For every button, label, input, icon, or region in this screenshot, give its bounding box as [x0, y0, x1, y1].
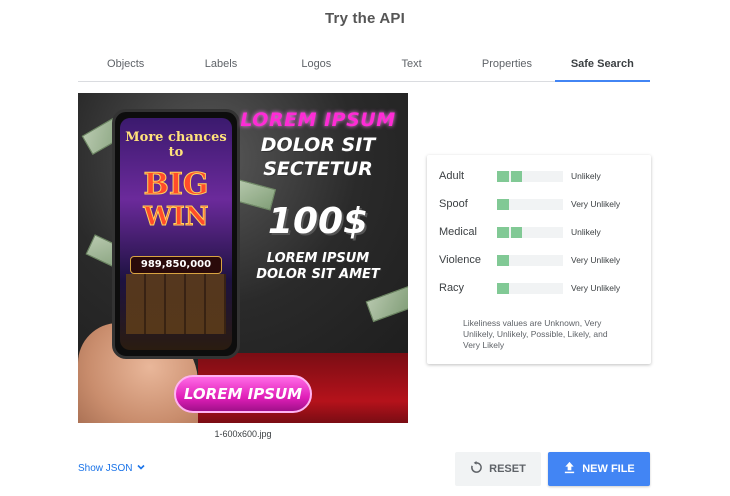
- promo-line-2: DOLOR SIT: [260, 134, 376, 156]
- bar-segment: [524, 227, 536, 238]
- bar-segment: [551, 227, 563, 238]
- promo-price: 100$: [267, 201, 369, 242]
- slot-reels: [126, 274, 226, 334]
- phone-line-2: to: [168, 145, 184, 160]
- bar-segment: [497, 226, 509, 238]
- promo-subheadline: DOLOR SIT SECTETUR: [228, 133, 408, 181]
- bar-segment: [538, 255, 550, 266]
- phone-headline: More chances to: [120, 130, 232, 160]
- new-file-label: NEW FILE: [582, 463, 635, 475]
- bar-segment: [524, 255, 536, 266]
- bar-segment: [538, 171, 550, 182]
- bar-segment: [551, 171, 563, 182]
- result-row-violence: Violence Very Unlikely: [439, 253, 639, 267]
- bar-segment: [551, 255, 563, 266]
- bar-segment: [497, 282, 509, 294]
- upload-icon: [563, 461, 576, 477]
- bar-segment: [538, 227, 550, 238]
- tab-text[interactable]: Text: [364, 50, 459, 81]
- result-value: Very Unlikely: [571, 283, 621, 293]
- uploaded-image: More chances to BIG WIN 989,850,000 LORE…: [78, 93, 408, 423]
- promo-line-5: DOLOR SIT AMET: [256, 267, 380, 282]
- likelihood-bar: [497, 226, 563, 238]
- result-label: Adult: [439, 170, 465, 182]
- tab-logos[interactable]: Logos: [269, 50, 364, 81]
- reset-button[interactable]: RESET: [455, 452, 541, 486]
- bar-segment: [497, 198, 509, 210]
- bar-segment: [511, 199, 523, 210]
- result-label: Medical: [439, 226, 477, 238]
- bar-segment: [538, 199, 550, 210]
- tab-safe-search[interactable]: Safe Search: [554, 50, 651, 82]
- safe-search-results: Adult Unlikely Spoof Very Unlikely Medic…: [427, 155, 651, 364]
- promo-tagline: LOREM IPSUM DOLOR SIT AMET: [228, 251, 408, 283]
- image-filename: 1-600x600.jpg: [214, 429, 272, 439]
- show-json-label: Show JSON: [78, 463, 133, 474]
- result-row-medical: Medical Unlikely: [439, 225, 639, 239]
- result-value: Very Unlikely: [571, 255, 621, 265]
- promo-line-3: SECTETUR: [263, 158, 373, 180]
- phone-screen: More chances to BIG WIN 989,850,000: [120, 118, 232, 350]
- result-label: Violence: [439, 254, 481, 266]
- bar-segment: [524, 171, 536, 182]
- bar-segment: [538, 283, 550, 294]
- reset-label: RESET: [489, 463, 526, 475]
- reset-icon: [470, 461, 483, 477]
- bar-segment: [524, 199, 536, 210]
- tab-labels[interactable]: Labels: [173, 50, 268, 81]
- result-value: Unlikely: [571, 171, 601, 181]
- promo-button: LOREM IPSUM: [174, 375, 312, 413]
- phone-win: WIN: [143, 202, 209, 232]
- promo-headline: LOREM IPSUM: [240, 109, 396, 131]
- bar-segment: [510, 226, 523, 238]
- promo-line-4: LOREM IPSUM: [266, 251, 370, 266]
- phone-line-1: More chances: [125, 130, 227, 145]
- bar-segment: [551, 283, 563, 294]
- phone: More chances to BIG WIN 989,850,000: [112, 109, 240, 359]
- tab-objects[interactable]: Objects: [78, 50, 173, 81]
- jackpot-amount: 989,850,000: [130, 256, 222, 274]
- bar-segment: [524, 283, 536, 294]
- likelihood-bar: [497, 170, 563, 182]
- bar-segment: [497, 170, 509, 182]
- chevron-down-icon: [136, 462, 146, 475]
- likelihood-bar: [497, 254, 563, 266]
- tab-bar: Objects Labels Logos Text Properties Saf…: [78, 50, 651, 82]
- likelihood-bar: [497, 282, 563, 294]
- bar-segment: [551, 199, 563, 210]
- bar-segment: [511, 283, 523, 294]
- page-title: Try the API: [325, 10, 405, 27]
- bar-segment: [497, 254, 509, 266]
- result-label: Spoof: [439, 198, 468, 210]
- likelihood-bar: [497, 198, 563, 210]
- show-json-link[interactable]: Show JSON: [78, 462, 146, 475]
- bar-segment: [510, 170, 523, 182]
- phone-big: BIG: [143, 167, 209, 202]
- result-row-adult: Adult Unlikely: [439, 169, 639, 183]
- result-value: Very Unlikely: [571, 199, 621, 209]
- bar-segment: [511, 255, 523, 266]
- new-file-button[interactable]: NEW FILE: [548, 452, 650, 486]
- result-label: Racy: [439, 282, 465, 294]
- result-row-spoof: Spoof Very Unlikely: [439, 197, 639, 211]
- money-bill: [365, 285, 408, 323]
- result-row-racy: Racy Very Unlikely: [439, 281, 639, 295]
- result-value: Unlikely: [571, 227, 601, 237]
- tab-properties[interactable]: Properties: [459, 50, 554, 81]
- likeliness-note: Likeliness values are Unknown, Very Unli…: [463, 318, 608, 350]
